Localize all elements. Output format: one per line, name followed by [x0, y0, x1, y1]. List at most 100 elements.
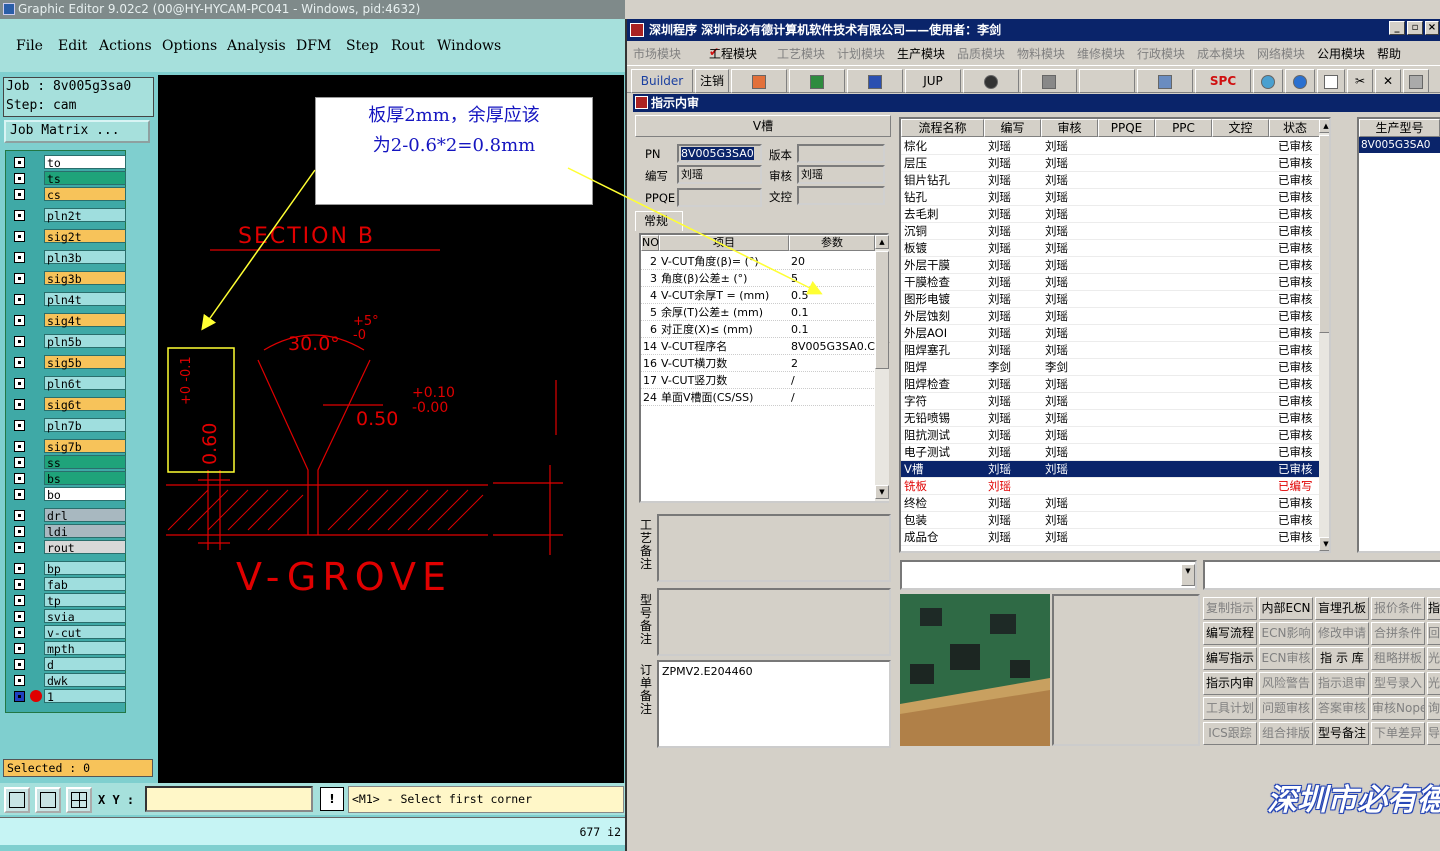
computer-button[interactable]	[1137, 69, 1193, 93]
layer-row[interactable]: ts	[9, 171, 127, 186]
process-row[interactable]: 阻抗测试 刘瑶 刘瑶 已审核	[901, 427, 1319, 444]
menu-edit[interactable]: Edit	[58, 38, 87, 54]
layer-checkbox[interactable]	[14, 675, 25, 686]
action-button[interactable]: 型号录入	[1371, 672, 1425, 695]
layer-checkbox[interactable]	[14, 542, 25, 553]
layer-name[interactable]: sig5b	[44, 355, 126, 370]
layer-name[interactable]: sig4t	[44, 313, 126, 328]
menu-rout[interactable]: Rout	[391, 38, 425, 54]
order-note-field[interactable]: ZPMV2.E204460	[657, 660, 891, 748]
action-button[interactable]: 光绘	[1427, 672, 1440, 695]
layer-row[interactable]: fab	[9, 577, 127, 592]
layer-checkbox[interactable]	[14, 294, 25, 305]
layer-row[interactable]: sig4t	[9, 313, 127, 328]
action-button[interactable]: 回复	[1427, 622, 1440, 645]
action-button[interactable]: 合拼条件	[1371, 622, 1425, 645]
reviewer-field[interactable]: 刘瑶	[797, 165, 885, 184]
param-scroll-up[interactable]: ▲	[875, 235, 889, 249]
model-item[interactable]: 8V005G3SA0	[1359, 137, 1440, 153]
tab-general[interactable]: 常规	[635, 211, 683, 231]
ppt-button[interactable]	[731, 69, 787, 93]
blank-tool-button[interactable]	[1079, 69, 1135, 93]
layer-checkbox[interactable]	[14, 611, 25, 622]
menu-analysis[interactable]: Analysis	[227, 38, 286, 54]
menu-options[interactable]: Options	[162, 38, 217, 54]
layer-name[interactable]: sig2t	[44, 229, 126, 244]
layer-name[interactable]: bp	[44, 561, 126, 576]
layer-row[interactable]: v-cut	[9, 625, 127, 640]
layer-name[interactable]: mpth	[44, 641, 126, 656]
process-row[interactable]: 铣板 刘瑶 已编写	[901, 478, 1319, 495]
layer-checkbox[interactable]	[14, 357, 25, 368]
menu-dfm[interactable]: DFM	[296, 38, 331, 54]
layer-checkbox[interactable]	[14, 659, 25, 670]
layer-name[interactable]: sig3b	[44, 271, 126, 286]
layer-row[interactable]: pln3b	[9, 250, 127, 265]
param-row[interactable]: 14 V-CUT程序名 8V005G3SA0.CSV	[641, 338, 889, 355]
layer-checkbox[interactable]	[14, 526, 25, 537]
action-button[interactable]: 指 示 库	[1315, 647, 1369, 670]
action-button[interactable]: 编写流程	[1203, 622, 1257, 645]
layer-name[interactable]: pln5b	[44, 334, 126, 349]
layer-checkbox[interactable]	[14, 189, 25, 200]
ie-button[interactable]	[1285, 69, 1315, 93]
layer-row[interactable]: sig6t	[9, 397, 127, 412]
layer-name[interactable]: svia	[44, 609, 126, 624]
layer-checkbox[interactable]	[14, 173, 25, 184]
layer-row[interactable]: bp	[9, 561, 127, 576]
minimize-button[interactable]: _	[1389, 21, 1405, 35]
layer-row[interactable]: pln5b	[9, 334, 127, 349]
layer-checkbox[interactable]	[14, 273, 25, 284]
author-field[interactable]: 刘瑶	[677, 165, 762, 184]
xy-input[interactable]	[145, 786, 313, 812]
action-button[interactable]: 租略拼板	[1371, 647, 1425, 670]
process-scrollbar[interactable]: ▲ ▼	[1319, 119, 1329, 551]
layer-checkbox[interactable]	[14, 231, 25, 242]
layer-name[interactable]: ts	[44, 171, 126, 186]
process-scroll-thumb[interactable]	[1319, 135, 1329, 333]
logout-button[interactable]: 注销	[695, 69, 729, 93]
layer-name[interactable]: fab	[44, 577, 126, 592]
process-row[interactable]: 字符 刘瑶 刘瑶 已审核	[901, 393, 1319, 410]
layer-row[interactable]: pln6t	[9, 376, 127, 391]
action-button[interactable]: 答案审核	[1315, 697, 1369, 720]
layer-row[interactable]: ldi	[9, 524, 127, 539]
param-scroll-down[interactable]: ▼	[875, 485, 889, 499]
layer-name[interactable]: v-cut	[44, 625, 126, 640]
layer-name[interactable]: tp	[44, 593, 126, 608]
layer-checkbox[interactable]	[14, 579, 25, 590]
action-button[interactable]: 询价	[1427, 697, 1440, 720]
layer-name[interactable]: to	[44, 155, 126, 170]
cut-button[interactable]: ✂	[1347, 69, 1373, 93]
action-button[interactable]: 问题审核	[1259, 697, 1313, 720]
layer-row[interactable]: bs	[9, 471, 127, 486]
layer-row[interactable]: bo	[9, 487, 127, 502]
delete-button[interactable]: ✕	[1375, 69, 1401, 93]
layer-checkbox[interactable]	[14, 420, 25, 431]
action-button[interactable]: 指示	[1427, 597, 1440, 620]
action-button[interactable]: 导出	[1427, 722, 1440, 745]
zoom-area-button[interactable]	[35, 787, 61, 813]
grid-button[interactable]	[66, 787, 92, 813]
process-row[interactable]: 阻焊 李剑 李剑 已审核	[901, 359, 1319, 376]
erp-titlebar[interactable]: 深圳程序 深圳市必有德计算机软件技术有限公司——使用者：李剑 _ ▫ ×	[627, 19, 1440, 41]
layer-checkbox[interactable]	[14, 441, 25, 452]
layer-row[interactable]: tp	[9, 593, 127, 608]
layer-row[interactable]: 1	[9, 689, 127, 704]
close-button[interactable]: ×	[1425, 21, 1439, 35]
action-button[interactable]: 修改申请	[1315, 622, 1369, 645]
param-row[interactable]: 24 单面V槽面(CS/SS) /	[641, 389, 874, 406]
layer-row[interactable]: svia	[9, 609, 127, 624]
layer-name[interactable]: pln3b	[44, 250, 126, 265]
model-note-field[interactable]	[657, 588, 891, 656]
layer-row[interactable]: sig2t	[9, 229, 127, 244]
layer-name[interactable]: ss	[44, 455, 126, 470]
process-tab-vgroove[interactable]: V槽	[635, 115, 891, 137]
layer-row[interactable]: drl	[9, 508, 127, 523]
layer-name[interactable]: rout	[44, 540, 126, 555]
action-button[interactable]: 报价条件	[1371, 597, 1425, 620]
process-note-field[interactable]	[657, 514, 891, 582]
process-row[interactable]: 外层干膜 刘瑶 刘瑶 已审核	[901, 257, 1319, 274]
process-row[interactable]: 包装 刘瑶 刘瑶 已审核	[901, 512, 1319, 529]
layer-checkbox[interactable]	[14, 399, 25, 410]
